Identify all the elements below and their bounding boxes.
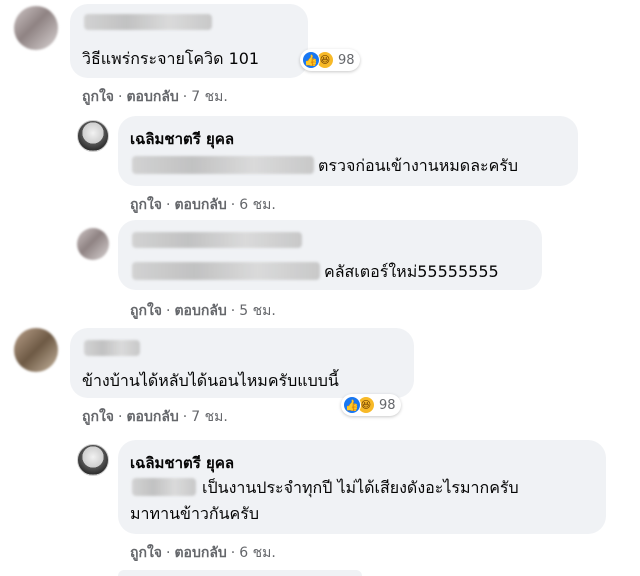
reply-bubble: เฉลิมชาตรี ยุคล ตรวจก่อนเข้างานหมดละครับ — [118, 116, 578, 186]
like-button[interactable]: ถูกใจ — [130, 194, 162, 216]
reply-button[interactable]: ตอบกลับ — [126, 86, 178, 108]
comment-time[interactable]: 7 ชม. — [191, 406, 228, 428]
reaction-summary[interactable]: 👍 😆 98 — [300, 49, 360, 71]
comment-text: ข้างบ้านได้หลับได้นอนไหมครับแบบนี้ — [82, 371, 339, 390]
reply-bubble: เฉลิมชาตรี ยุคล เป็นงานประจำทุกปี ไม่ได้… — [118, 440, 606, 534]
like-icon: 👍 — [302, 51, 320, 69]
reply-text: ตรวจก่อนเข้างานหมดละครับ — [318, 156, 519, 175]
like-button[interactable]: ถูกใจ — [82, 86, 114, 108]
like-button[interactable]: ถูกใจ — [130, 300, 162, 322]
blurred-tag — [132, 156, 314, 174]
reply-actions: ถูกใจ · ตอบกลับ · 6 ชม. — [130, 542, 276, 564]
comment-time[interactable]: 7 ชม. — [191, 86, 228, 108]
reply-time[interactable]: 5 ชม. — [239, 300, 276, 322]
replier-avatar[interactable] — [77, 228, 109, 260]
blurred-tag — [132, 478, 196, 496]
reply-button[interactable]: ตอบกลับ — [174, 194, 226, 216]
reaction-count: 98 — [379, 397, 396, 413]
blurred-tag — [132, 262, 320, 280]
commenter-avatar[interactable] — [14, 6, 58, 50]
reply-bubble: คลัสเตอร์ใหม่55555555 — [118, 220, 542, 290]
comment-actions: ถูกใจ · ตอบกลับ · 7 ชม. — [82, 406, 228, 428]
reply-button[interactable]: ตอบกลับ — [126, 406, 178, 428]
reply-time[interactable]: 6 ชม. — [239, 542, 276, 564]
replier-avatar[interactable] — [77, 120, 109, 152]
replier-avatar[interactable] — [77, 444, 109, 476]
blurred-replier-name — [132, 232, 302, 248]
reply-button[interactable]: ตอบกลับ — [174, 300, 226, 322]
like-button[interactable]: ถูกใจ — [130, 542, 162, 564]
reply-text-line2: มาทานข้าวกันครับ — [130, 504, 259, 523]
comment-bubble: ข้างบ้านได้หลับได้นอนไหมครับแบบนี้ — [70, 328, 414, 398]
blurred-commenter-name — [84, 14, 212, 30]
reply-actions: ถูกใจ · ตอบกลับ · 6 ชม. — [130, 194, 276, 216]
comment-actions: ถูกใจ · ตอบกลับ · 7 ชม. — [82, 86, 228, 108]
reply-text: คลัสเตอร์ใหม่55555555 — [324, 262, 499, 281]
reaction-summary[interactable]: 👍 😆 98 — [341, 394, 401, 416]
reply-bubble — [118, 570, 362, 576]
reaction-count: 98 — [338, 52, 355, 68]
blurred-commenter-name — [84, 340, 140, 356]
replier-name[interactable]: เฉลิมชาตรี ยุคล — [130, 451, 234, 475]
like-button[interactable]: ถูกใจ — [82, 406, 114, 428]
like-icon: 👍 — [343, 396, 361, 414]
commenter-avatar[interactable] — [14, 328, 58, 372]
replier-name[interactable]: เฉลิมชาตรี ยุคล — [130, 127, 234, 151]
reply-button[interactable]: ตอบกลับ — [174, 542, 226, 564]
reply-actions: ถูกใจ · ตอบกลับ · 5 ชม. — [130, 300, 276, 322]
comment-bubble: วิธีแพร่กระจายโควิด 101 — [70, 4, 308, 78]
reply-time[interactable]: 6 ชม. — [239, 194, 276, 216]
reply-text-line1: เป็นงานประจำทุกปี ไม่ได้เสียงดังอะไรมากค… — [202, 478, 519, 497]
comment-text: วิธีแพร่กระจายโควิด 101 — [82, 49, 260, 68]
